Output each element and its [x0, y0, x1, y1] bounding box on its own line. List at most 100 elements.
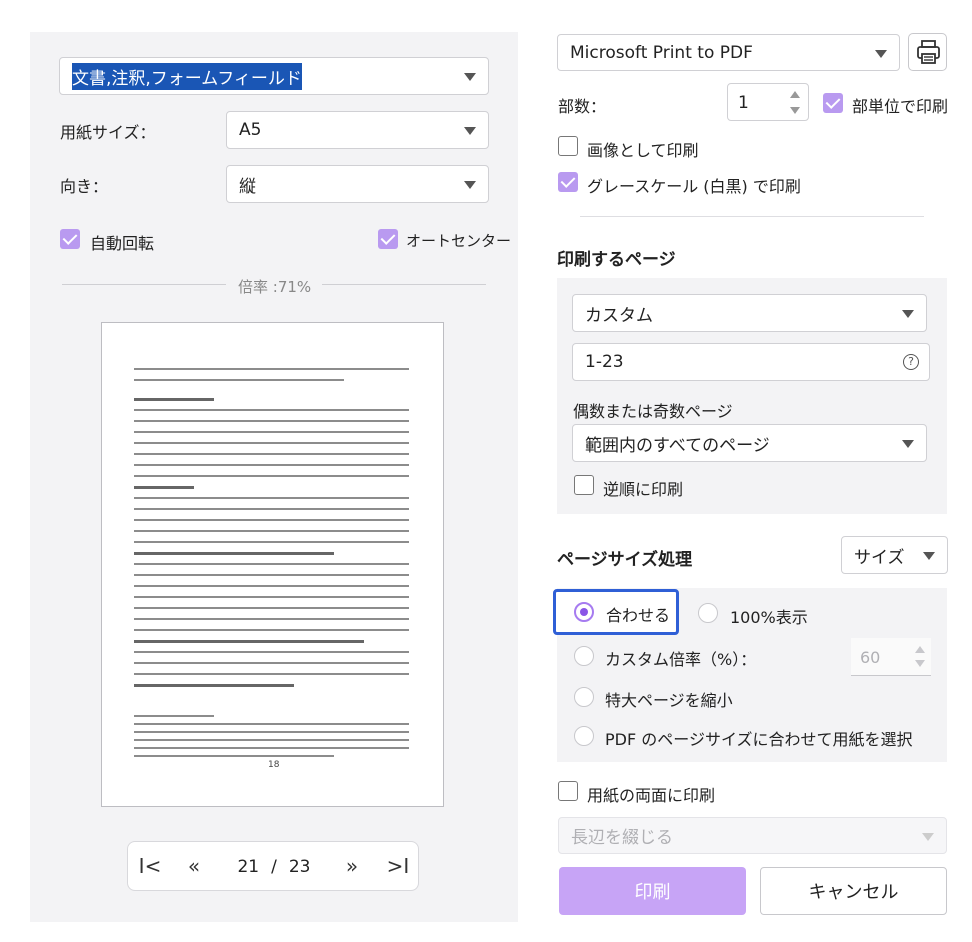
- page-number-input[interactable]: 21 / 23: [222, 848, 326, 886]
- page-navigator: I< « 21 / 23 » >I: [127, 841, 419, 891]
- orientation-value: 縦: [239, 176, 256, 197]
- pages-section-title: 印刷するページ: [557, 250, 676, 270]
- chevron-down-icon: [923, 552, 935, 560]
- preview-text-line: [134, 486, 194, 489]
- fit-radio[interactable]: [574, 602, 594, 622]
- stepper-up-icon[interactable]: [915, 646, 925, 653]
- copies-stepper[interactable]: 1: [727, 83, 809, 121]
- paper-size-select[interactable]: A5: [226, 111, 489, 149]
- last-page-button[interactable]: >I: [384, 854, 412, 878]
- actual-size-label: 100%表示: [730, 608, 808, 627]
- fit-label: 合わせる: [606, 606, 671, 625]
- preview-text-line: [134, 508, 409, 510]
- preview-text-line: [134, 379, 344, 381]
- custom-scale-radio[interactable]: [574, 646, 594, 666]
- preview-text-line: [134, 640, 364, 643]
- preview-text-line: [134, 629, 409, 631]
- chevron-down-icon: [464, 73, 476, 81]
- reverse-checkbox[interactable]: [574, 475, 594, 495]
- pages-mode-select[interactable]: カスタム: [572, 294, 927, 332]
- chevron-down-icon: [464, 127, 476, 135]
- preview-text-line: [134, 651, 409, 653]
- preview-text-line: [134, 585, 409, 587]
- next-page-button[interactable]: »: [338, 854, 366, 878]
- preview-text-line: [134, 420, 409, 422]
- preview-text-line: [134, 464, 409, 466]
- sizing-value: サイズ: [854, 547, 905, 568]
- paper-size-label: 用紙サイズ：: [60, 123, 156, 142]
- custom-scale-label: カスタム倍率（%）：: [605, 650, 757, 669]
- cancel-button[interactable]: キャンセル: [760, 867, 947, 915]
- preview-text-line: [134, 552, 334, 555]
- print-button[interactable]: 印刷: [559, 867, 746, 915]
- chevron-down-icon: [922, 832, 934, 841]
- preview-text-line: [134, 755, 334, 757]
- preview-text-line: [134, 442, 409, 444]
- preview-text-line: [134, 723, 409, 725]
- sizing-select[interactable]: サイズ: [841, 536, 948, 574]
- preview-text-line: [134, 607, 409, 609]
- printer-select[interactable]: Microsoft Print to PDF: [557, 34, 900, 71]
- preview-text-line: [134, 497, 409, 499]
- page-sizing-title: ページサイズ処理: [557, 550, 693, 570]
- current-page: 21: [237, 857, 260, 877]
- stepper-up-icon[interactable]: [790, 91, 800, 98]
- page-preview: 18: [101, 322, 444, 807]
- auto-rotate-label: 自動回転: [90, 234, 155, 253]
- total-pages: 23: [288, 857, 311, 877]
- grayscale-checkbox[interactable]: [558, 172, 578, 192]
- printer-properties-button[interactable]: [908, 33, 947, 71]
- stepper-down-icon[interactable]: [915, 660, 925, 667]
- odd-even-select[interactable]: 範囲内のすべてのページ: [572, 424, 927, 462]
- binding-select[interactable]: 長辺を綴じる: [558, 817, 947, 854]
- paper-size-value: A5: [239, 120, 262, 140]
- chevron-down-icon: [464, 181, 476, 189]
- chevron-down-icon: [902, 310, 914, 318]
- divider: [580, 216, 924, 217]
- printer-value: Microsoft Print to PDF: [570, 42, 753, 63]
- actual-size-radio[interactable]: [698, 603, 718, 623]
- preview-text-line: [134, 475, 409, 477]
- page-range-input[interactable]: 1-23 ?: [572, 343, 930, 381]
- first-page-button[interactable]: I<: [136, 854, 164, 878]
- preview-text-line: [134, 715, 214, 717]
- page-separator: /: [271, 857, 277, 877]
- preview-text-line: [134, 431, 409, 433]
- content-select-value: 文書,注釈,フォームフィールド: [72, 62, 302, 90]
- collate-checkbox[interactable]: [823, 93, 843, 113]
- binding-value: 長辺を綴じる: [571, 828, 673, 848]
- choose-paper-radio[interactable]: [574, 726, 594, 746]
- odd-even-label: 偶数または奇数ページ: [573, 402, 733, 421]
- custom-scale-input[interactable]: 60: [851, 638, 931, 676]
- orientation-select[interactable]: 縦: [226, 165, 489, 203]
- preview-text-line: [134, 662, 409, 664]
- choose-paper-label: PDF のページサイズに合わせて用紙を選択: [605, 730, 913, 749]
- collate-label: 部単位で印刷: [852, 97, 949, 116]
- print-as-image-checkbox[interactable]: [558, 136, 578, 156]
- prev-page-button[interactable]: «: [180, 854, 208, 878]
- auto-center-checkbox[interactable]: [378, 229, 398, 249]
- grayscale-label: グレースケール (白黒) で印刷: [587, 177, 801, 196]
- preview-text-line: [134, 574, 409, 576]
- copies-label: 部数：: [558, 97, 607, 116]
- content-select[interactable]: 文書,注釈,フォームフィールド: [59, 57, 489, 95]
- stepper-down-icon[interactable]: [790, 107, 800, 114]
- reverse-label: 逆順に印刷: [603, 480, 684, 499]
- preview-text-line: [134, 684, 294, 687]
- shrink-label: 特大ページを縮小: [605, 691, 733, 710]
- fit-option[interactable]: 合わせる: [553, 589, 679, 635]
- pages-mode-value: カスタム: [585, 305, 653, 326]
- preview-text-line: [134, 673, 409, 675]
- preview-text-line: [134, 563, 409, 565]
- auto-rotate-checkbox[interactable]: [60, 229, 80, 249]
- duplex-checkbox[interactable]: [558, 781, 578, 801]
- preview-text-line: [134, 739, 409, 741]
- preview-text-line: [134, 541, 409, 543]
- chevron-down-icon: [902, 440, 914, 448]
- chevron-down-icon: [875, 49, 887, 58]
- help-circle-icon[interactable]: ?: [903, 354, 919, 370]
- scale-label: 倍率 :71%: [238, 278, 312, 296]
- orientation-label: 向き：: [60, 177, 109, 196]
- shrink-radio[interactable]: [574, 687, 594, 707]
- print-as-image-label: 画像として印刷: [587, 141, 699, 160]
